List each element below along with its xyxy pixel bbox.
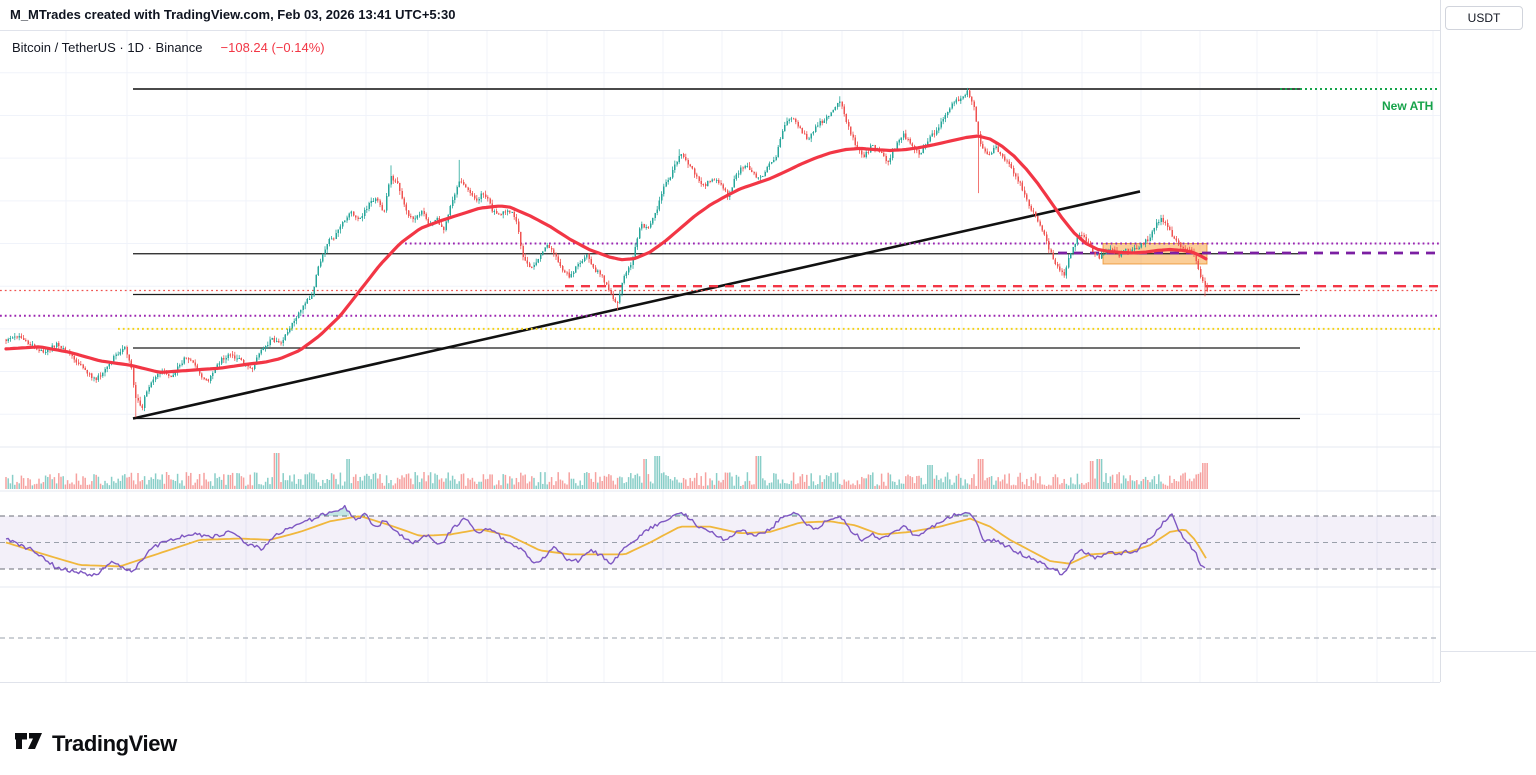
tradingview-screenshot: M_MTrades created with TradingView.com, … [0, 0, 1536, 775]
tradingview-logo[interactable]: TradingView [14, 729, 177, 758]
new-ath-label: New ATH [1382, 99, 1433, 113]
tradingview-logo-text: TradingView [52, 731, 177, 757]
time-axis[interactable] [0, 682, 1440, 713]
chart-canvas[interactable] [0, 31, 1440, 682]
chart-panel[interactable]: Bitcoin / TetherUS · 1D · Binance −108.24… [0, 30, 1536, 712]
currency-toggle-button[interactable]: USDT [1445, 6, 1523, 30]
change-value: −108.24 (−0.14%) [221, 40, 325, 55]
axis-corner [1440, 651, 1536, 682]
attribution-text: M_MTrades created with TradingView.com, … [10, 7, 455, 22]
footer: TradingView [0, 711, 1536, 775]
tradingview-logo-icon [14, 729, 44, 758]
symbol-title[interactable]: Bitcoin / TetherUS · 1D · Binance [12, 40, 203, 55]
price-axis[interactable]: USDT [1440, 0, 1536, 651]
symbol-legend: Bitcoin / TetherUS · 1D · Binance −108.24… [12, 40, 325, 55]
